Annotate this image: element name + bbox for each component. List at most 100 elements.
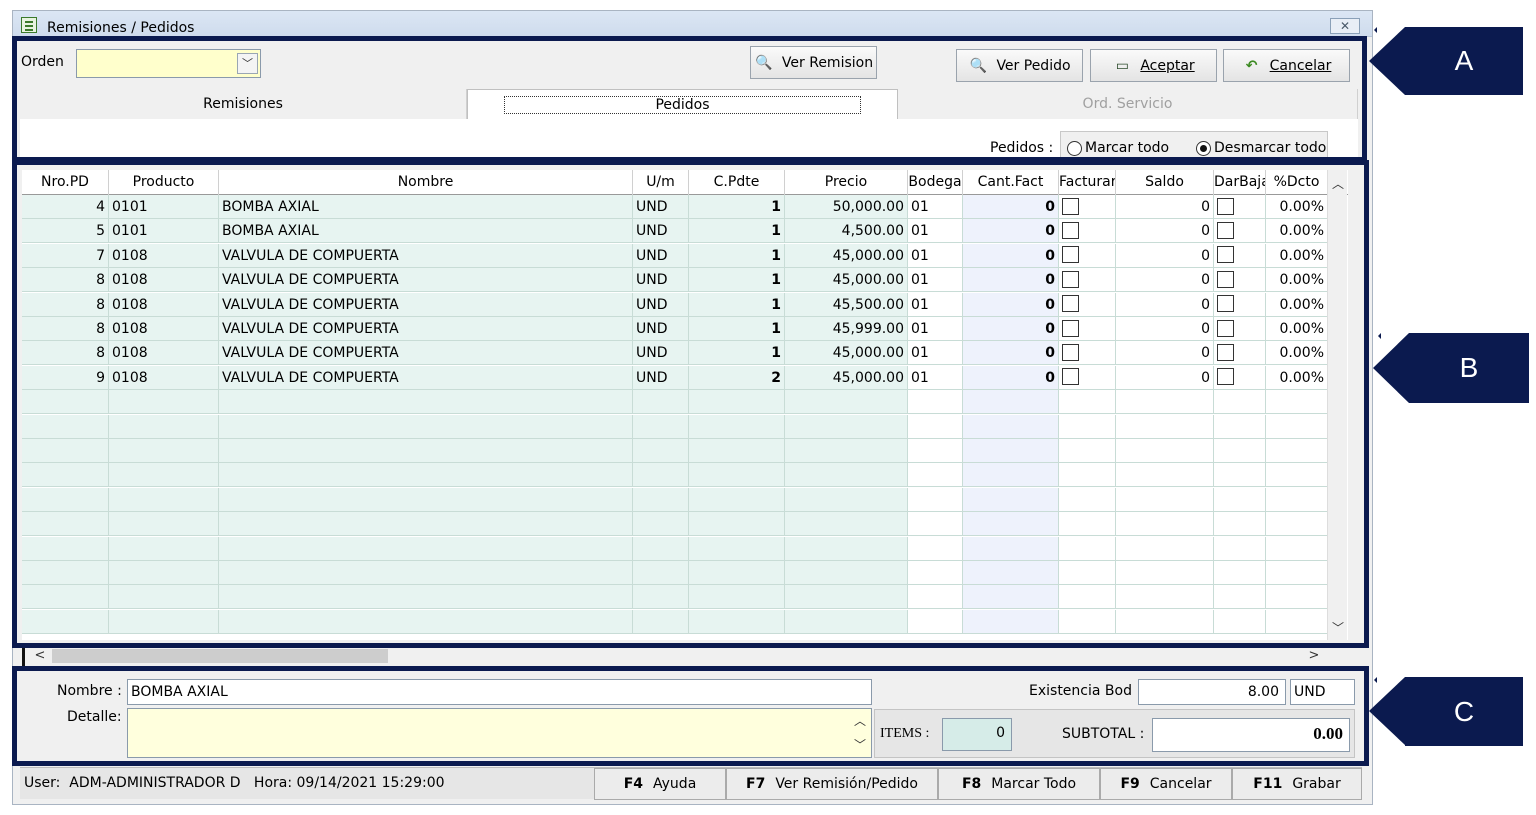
checkbox[interactable]	[1217, 270, 1234, 288]
cell-dar-baja[interactable]	[1214, 292, 1266, 317]
table-row[interactable]: 8 0108 VALVULA DE COMPUERTA UND 1 45,500.00 01…	[22, 292, 1328, 317]
orden-combobox[interactable]: ﹀	[76, 49, 261, 78]
detalle-textarea[interactable]: ︿ ﹀	[127, 708, 872, 758]
radio-desmarcar-todo[interactable]: Desmarcar todo	[1196, 140, 1326, 156]
cell-dar-baja[interactable]	[1214, 439, 1266, 463]
cell-dar-baja[interactable]	[1214, 536, 1266, 561]
cancelar-button[interactable]: ↶ Cancelar	[1223, 49, 1350, 82]
checkbox[interactable]	[1062, 221, 1079, 239]
cell-cant-fact[interactable]	[963, 414, 1059, 439]
cell-dar-baja[interactable]	[1214, 219, 1266, 244]
cell-dar-baja[interactable]	[1214, 414, 1266, 439]
empty-row[interactable]	[22, 414, 1328, 439]
cell-facturar[interactable]	[1059, 341, 1116, 366]
cell-cant-fact[interactable]: 0	[963, 341, 1059, 366]
cell-facturar[interactable]	[1059, 365, 1116, 390]
checkbox[interactable]	[1062, 319, 1079, 337]
checkbox[interactable]	[1217, 197, 1234, 215]
checkbox[interactable]	[1062, 295, 1079, 313]
f11-grabar-button[interactable]: F11 Grabar	[1232, 768, 1362, 800]
column-header-precio[interactable]: Precio	[785, 170, 908, 195]
cell-cant-fact[interactable]	[963, 609, 1059, 634]
cell-cant-fact[interactable]	[963, 585, 1059, 610]
f9-cancelar-button[interactable]: F9 Cancelar	[1100, 768, 1232, 800]
cell-cant-fact[interactable]	[963, 561, 1059, 585]
f8-marcar-todo-button[interactable]: F8 Marcar Todo	[938, 768, 1100, 800]
cell-facturar[interactable]	[1059, 414, 1116, 439]
tab-pedidos[interactable]: Pedidos	[467, 89, 898, 119]
cell-cant-fact[interactable]	[963, 512, 1059, 537]
chevron-right-icon[interactable]: >	[1304, 646, 1324, 666]
cell-cant-fact[interactable]	[963, 536, 1059, 561]
checkbox[interactable]	[1062, 270, 1079, 288]
f7-ver-remision-button[interactable]: F7 Ver Remisión/Pedido	[726, 768, 938, 800]
cell-dar-baja[interactable]	[1214, 585, 1266, 610]
cell-dar-baja[interactable]	[1214, 463, 1266, 488]
cell-facturar[interactable]	[1059, 609, 1116, 634]
vertical-scrollbar[interactable]: ︿ ﹀	[1327, 170, 1347, 640]
table-row[interactable]: 8 0108 VALVULA DE COMPUERTA UND 1 45,000.00 01…	[22, 268, 1328, 293]
column-header-nombre[interactable]: Nombre	[219, 170, 633, 195]
cell-dar-baja[interactable]	[1214, 609, 1266, 634]
table-row[interactable]: 8 0108 VALVULA DE COMPUERTA UND 1 45,999.00 01…	[22, 317, 1328, 341]
cell-dar-baja[interactable]	[1214, 512, 1266, 537]
empty-row[interactable]	[22, 512, 1328, 537]
empty-row[interactable]	[22, 536, 1328, 561]
cell-facturar[interactable]	[1059, 195, 1116, 219]
checkbox[interactable]	[1062, 197, 1079, 215]
checkbox[interactable]	[1217, 295, 1234, 313]
empty-row[interactable]	[22, 609, 1328, 634]
column-header-producto[interactable]: Producto	[109, 170, 219, 195]
cell-dar-baja[interactable]	[1214, 243, 1266, 268]
cell-dar-baja[interactable]	[1214, 487, 1266, 512]
pedidos-grid[interactable]: Nro.PD Producto Nombre U/m C.Pdte Precio Bodeg…	[22, 170, 1348, 640]
empty-row[interactable]	[22, 561, 1328, 585]
cell-facturar[interactable]	[1059, 292, 1116, 317]
scroll-thumb[interactable]	[52, 649, 388, 663]
cell-facturar[interactable]	[1059, 439, 1116, 463]
column-header-bodega[interactable]: Bodega	[908, 170, 963, 195]
cell-facturar[interactable]	[1059, 268, 1116, 293]
close-button[interactable]: ✕	[1330, 18, 1360, 34]
cell-cant-fact[interactable]: 0	[963, 195, 1059, 219]
cell-cant-fact[interactable]: 0	[963, 268, 1059, 293]
cell-cant-fact[interactable]: 0	[963, 292, 1059, 317]
f4-ayuda-button[interactable]: F4 Ayuda	[594, 768, 726, 800]
checkbox[interactable]	[1062, 246, 1079, 264]
cell-cant-fact[interactable]	[963, 439, 1059, 463]
checkbox[interactable]	[1217, 343, 1234, 361]
cell-cant-fact[interactable]: 0	[963, 219, 1059, 244]
cell-facturar[interactable]	[1059, 536, 1116, 561]
cell-facturar[interactable]	[1059, 585, 1116, 610]
cell-dar-baja[interactable]	[1214, 317, 1266, 341]
tab-remisiones[interactable]: Remisiones	[20, 89, 467, 119]
cell-facturar[interactable]	[1059, 390, 1116, 415]
cell-dar-baja[interactable]	[1214, 268, 1266, 293]
cell-cant-fact[interactable]: 0	[963, 365, 1059, 390]
cell-facturar[interactable]	[1059, 243, 1116, 268]
cell-cant-fact[interactable]	[963, 487, 1059, 512]
column-header-facturar[interactable]: Facturar	[1059, 170, 1116, 195]
cell-facturar[interactable]	[1059, 512, 1116, 537]
checkbox[interactable]	[1062, 368, 1079, 386]
chevron-down-icon[interactable]: ﹀	[1328, 618, 1348, 638]
checkbox[interactable]	[1217, 368, 1234, 386]
column-header-nro-pd[interactable]: Nro.PD	[22, 170, 109, 195]
cell-dar-baja[interactable]	[1214, 341, 1266, 366]
horizontal-scrollbar[interactable]: < >	[22, 646, 1352, 666]
empty-row[interactable]	[22, 439, 1328, 463]
column-header-cant-fact[interactable]: Cant.Fact	[963, 170, 1059, 195]
empty-row[interactable]	[22, 390, 1328, 415]
empty-row[interactable]	[22, 585, 1328, 610]
table-row[interactable]: 5 0101 BOMBA AXIAL UND 1 4,500.00 01 0 0 0.00%	[22, 219, 1328, 244]
cell-cant-fact[interactable]	[963, 390, 1059, 415]
checkbox[interactable]	[1217, 246, 1234, 264]
aceptar-button[interactable]: ▭ Aceptar	[1090, 49, 1217, 82]
chevron-left-icon[interactable]: <	[30, 646, 50, 666]
cell-cant-fact[interactable]: 0	[963, 243, 1059, 268]
column-header-saldo[interactable]: Saldo	[1116, 170, 1214, 195]
cell-facturar[interactable]	[1059, 317, 1116, 341]
cell-cant-fact[interactable]	[963, 463, 1059, 488]
ver-pedido-button[interactable]: 🔍 Ver Pedido	[956, 49, 1083, 82]
cell-dar-baja[interactable]	[1214, 561, 1266, 585]
